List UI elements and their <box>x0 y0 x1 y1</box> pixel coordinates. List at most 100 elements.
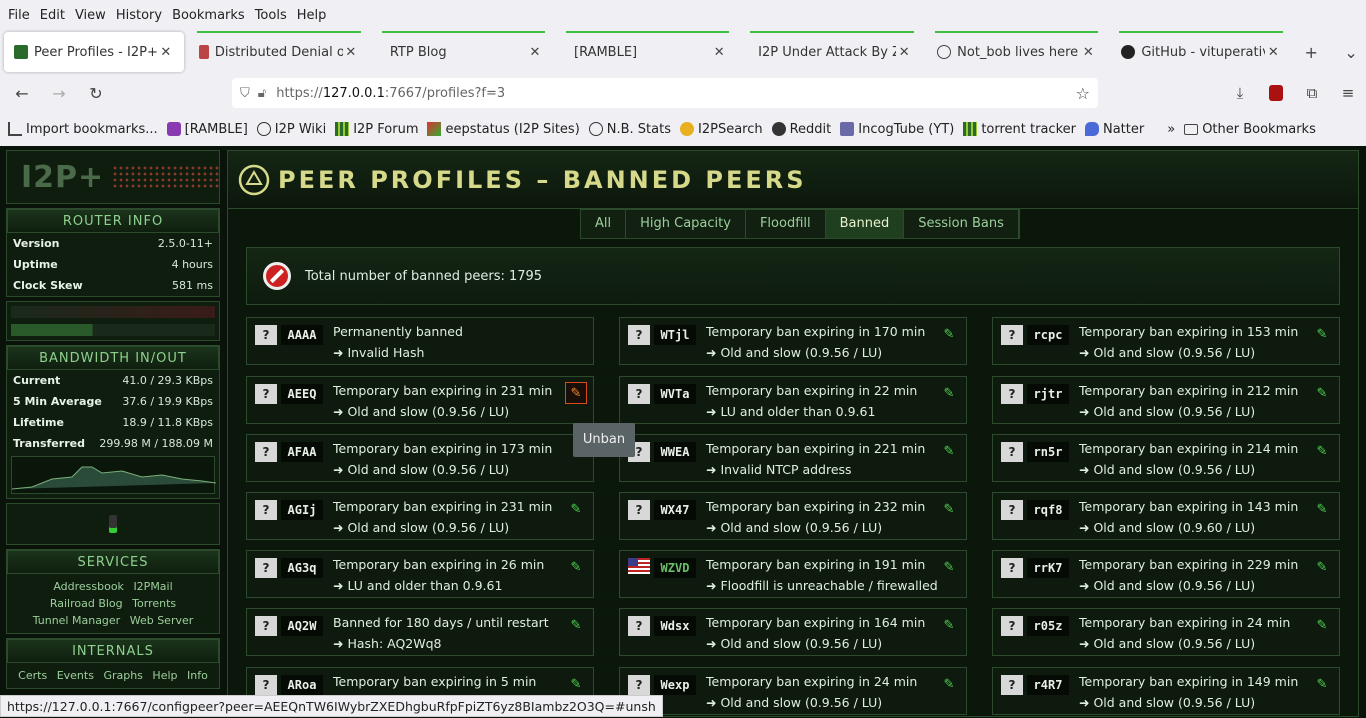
peer-hash-link[interactable]: AFAA <box>281 442 323 462</box>
unban-edit-icon[interactable]: ✎ <box>565 556 587 578</box>
link-graphs[interactable]: Graphs <box>103 669 142 682</box>
tab-peer-profiles[interactable]: Peer Profiles - I2P+ ✕ <box>4 32 184 72</box>
bookmark-nb-stats[interactable]: N.B. Stats <box>588 122 671 137</box>
unban-edit-icon[interactable]: ✎ <box>1311 382 1333 404</box>
bookmark-i2p-forum[interactable]: I2P Forum <box>335 122 418 137</box>
menu-history[interactable]: History <box>112 8 166 23</box>
unban-edit-icon[interactable]: ✎ <box>565 382 587 404</box>
bookmark-natter[interactable]: Natter <box>1084 122 1144 137</box>
bookmark-star-icon[interactable]: ☆ <box>1076 84 1090 103</box>
unban-edit-icon[interactable]: ✎ <box>1311 440 1333 462</box>
menu-hamburger-icon[interactable]: ≡ <box>1330 78 1366 108</box>
tab-rtp-blog[interactable]: RTP Blog ✕ <box>374 31 553 72</box>
link-i2pmail[interactable]: I2PMail <box>133 580 172 593</box>
close-tab-icon[interactable]: ✕ <box>527 45 543 60</box>
unban-edit-icon[interactable]: ✎ <box>1311 498 1333 520</box>
close-tab-icon[interactable]: ✕ <box>1265 45 1281 60</box>
peer-hash-link[interactable]: WVTa <box>654 384 696 404</box>
unban-edit-icon[interactable]: ✎ <box>938 440 960 462</box>
bookmark-incogtube[interactable]: IncogTube (YT) <box>840 122 954 137</box>
forward-icon[interactable]: → <box>44 78 74 108</box>
tab-ddos[interactable]: Distributed Denial o ✕ <box>189 31 369 72</box>
tab-banned[interactable]: Banned <box>825 210 905 238</box>
link-web-server[interactable]: Web Server <box>130 614 194 627</box>
peer-hash-link[interactable]: AQ2W <box>281 616 323 636</box>
bookmark-eepstatus[interactable]: eepstatus (I2P Sites) <box>427 122 580 137</box>
tab-all[interactable]: All <box>581 210 627 238</box>
bookmark-i2p-wiki[interactable]: I2P Wiki <box>256 122 326 137</box>
bookmark-other[interactable]: Other Bookmarks <box>1184 122 1316 137</box>
bookmark-i2psearch[interactable]: I2PSearch <box>680 122 763 137</box>
peer-hash-link[interactable]: Wexp <box>654 675 696 695</box>
peer-hash-link[interactable]: rrK7 <box>1027 558 1069 578</box>
peer-hash-link[interactable]: Wdsx <box>654 616 696 636</box>
unban-edit-icon[interactable]: ✎ <box>938 614 960 636</box>
i2p-logo[interactable]: I2P+ <box>21 160 104 195</box>
peer-hash-link[interactable]: WZVD <box>654 558 696 578</box>
tab-i2p-under-attack[interactable]: I2P Under Attack By Zo ✕ <box>742 31 922 72</box>
unban-edit-icon[interactable]: ✎ <box>1311 673 1333 695</box>
bookmark-ramble[interactable]: [RAMBLE] <box>166 122 248 137</box>
peer-hash-link[interactable]: r4R7 <box>1027 675 1069 695</box>
tab-high-capacity[interactable]: High Capacity <box>626 210 746 238</box>
tab-github[interactable]: GitHub - vituperativ ✕ <box>1111 31 1291 72</box>
peer-hash-link[interactable]: rcpc <box>1027 325 1069 345</box>
router-info-heading[interactable]: ROUTER INFO <box>7 209 219 233</box>
close-tab-icon[interactable]: ✕ <box>711 45 727 60</box>
menu-file[interactable]: File <box>4 8 34 23</box>
internals-heading[interactable]: INTERNALS <box>7 639 219 663</box>
peer-hash-link[interactable]: r05z <box>1027 616 1069 636</box>
unban-edit-icon[interactable]: ✎ <box>565 498 587 520</box>
close-tab-icon[interactable]: ✕ <box>1080 45 1096 60</box>
downloads-icon[interactable]: ⤓ <box>1222 78 1258 108</box>
link-info[interactable]: Info <box>187 669 208 682</box>
link-help[interactable]: Help <box>152 669 177 682</box>
menu-bookmarks[interactable]: Bookmarks <box>168 8 249 23</box>
tab-floodfill[interactable]: Floodfill <box>745 210 826 238</box>
menu-view[interactable]: View <box>71 8 110 23</box>
unban-edit-icon[interactable]: ✎ <box>1311 323 1333 345</box>
bookmark-import[interactable]: Import bookmarks... <box>8 122 158 137</box>
unban-edit-icon[interactable]: ✎ <box>938 673 960 695</box>
unban-edit-icon[interactable]: ✎ <box>938 498 960 520</box>
tab-session-bans[interactable]: Session Bans <box>904 210 1019 238</box>
peer-hash-link[interactable]: AGIj <box>281 500 323 520</box>
unban-edit-icon[interactable]: ✎ <box>938 556 960 578</box>
bandwidth-heading[interactable]: BANDWIDTH IN/OUT <box>7 346 219 370</box>
unban-edit-icon[interactable]: ✎ <box>938 382 960 404</box>
link-tunnel-manager[interactable]: Tunnel Manager <box>33 614 121 627</box>
link-certs[interactable]: Certs <box>18 669 47 682</box>
peer-hash-link[interactable]: rqf8 <box>1027 500 1069 520</box>
back-icon[interactable]: ← <box>7 78 37 108</box>
unban-edit-icon[interactable]: ✎ <box>1311 614 1333 636</box>
more-bookmarks-icon[interactable]: » <box>1167 122 1175 137</box>
peer-hash-link[interactable]: WTjl <box>654 325 696 345</box>
peer-hash-link[interactable]: ARoa <box>281 675 323 695</box>
bookmark-torrent-tracker[interactable]: torrent tracker <box>963 122 1076 137</box>
tab-not-bob[interactable]: Not_bob lives here ✕ <box>927 31 1106 72</box>
unban-edit-icon[interactable]: ✎ <box>565 614 587 636</box>
menu-edit[interactable]: Edit <box>36 8 69 23</box>
close-tab-icon[interactable]: ✕ <box>896 45 912 60</box>
peer-hash-link[interactable]: AEEQ <box>281 384 323 404</box>
close-tab-icon[interactable]: ✕ <box>343 45 359 60</box>
insecure-lock-icon[interactable]: 🔓︎ <box>258 86 266 101</box>
peer-hash-link[interactable]: rjtr <box>1027 384 1069 404</box>
link-events[interactable]: Events <box>57 669 94 682</box>
peer-hash-link[interactable]: rn5r <box>1027 442 1069 462</box>
shield-icon[interactable]: ⛉ <box>240 86 250 101</box>
link-torrents[interactable]: Torrents <box>132 597 176 610</box>
close-tab-icon[interactable]: ✕ <box>158 45 174 60</box>
ublock-icon[interactable] <box>1258 78 1294 108</box>
unban-edit-icon[interactable]: ✎ <box>938 323 960 345</box>
tab-ramble[interactable]: [RAMBLE] ✕ <box>558 31 737 72</box>
peer-hash-link[interactable]: WWEA <box>654 442 696 462</box>
services-heading[interactable]: SERVICES <box>7 550 219 574</box>
peer-hash-link[interactable]: AAAA <box>281 325 323 345</box>
extensions-icon[interactable]: ⧉ <box>1294 78 1330 108</box>
unban-edit-icon[interactable]: ✎ <box>1311 556 1333 578</box>
bandwidth-graph[interactable] <box>11 456 217 494</box>
peer-hash-link[interactable]: AG3q <box>281 558 323 578</box>
link-addressbook[interactable]: Addressbook <box>53 580 124 593</box>
url-bar[interactable]: ⛉ 🔓︎ https://127.0.0.1:7667/profiles?f=3… <box>232 78 1098 108</box>
